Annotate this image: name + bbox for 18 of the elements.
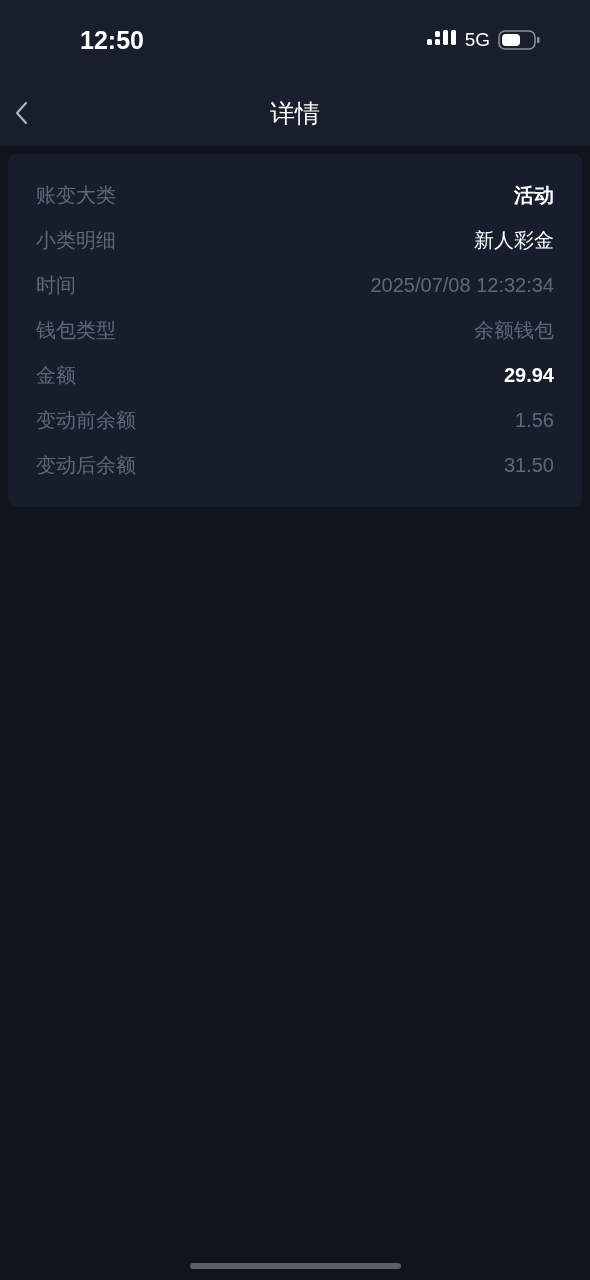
detail-value: 1.56 [515, 409, 554, 432]
detail-label: 时间 [36, 273, 76, 298]
network-label: 5G [464, 29, 490, 51]
detail-value: 活动 [514, 183, 554, 208]
detail-label: 变动后余额 [36, 453, 136, 478]
battery-icon [498, 30, 540, 50]
detail-label: 变动前余额 [36, 408, 136, 433]
detail-label: 账变大类 [36, 183, 116, 208]
detail-value: 2025/07/08 12:32:34 [370, 274, 554, 297]
clock-time: 12:50 [80, 25, 144, 55]
detail-label: 小类明细 [36, 228, 116, 253]
detail-label: 金额 [36, 363, 76, 388]
detail-value: 余额钱包 [474, 318, 554, 343]
detail-label: 钱包类型 [36, 318, 116, 343]
detail-value: 29.94 [503, 364, 554, 387]
detail-value: 31.50 [503, 454, 554, 477]
page-title: 详情 [270, 97, 320, 129]
detail-value: 新人彩金 [474, 228, 554, 253]
